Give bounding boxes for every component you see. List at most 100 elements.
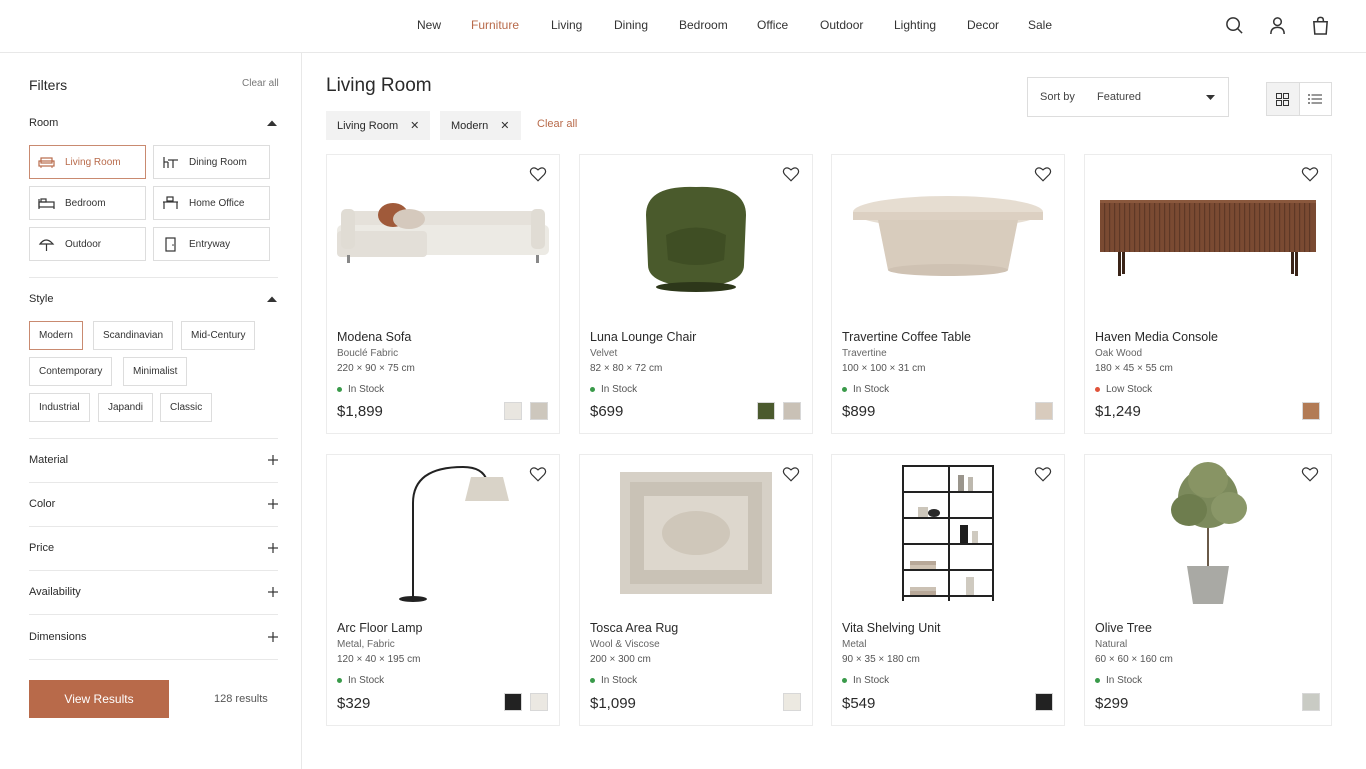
- product-name[interactable]: Luna Lounge Chair: [590, 330, 696, 344]
- color-swatch[interactable]: [530, 693, 548, 711]
- product-card[interactable]: Olive Tree Natural 60 × 60 × 160 cm In Stoc…: [1084, 454, 1332, 726]
- room-option-dining-room[interactable]: Dining Room: [153, 145, 270, 179]
- product-card[interactable]: Vita Shelving Unit Metal 90 × 35 × 180 cm I…: [831, 454, 1065, 726]
- list-view-button[interactable]: [1298, 83, 1331, 115]
- style-option-industrial[interactable]: Industrial: [29, 393, 90, 422]
- wishlist-button[interactable]: [529, 465, 547, 483]
- wishlist-button[interactable]: [1034, 465, 1052, 483]
- room-option-label: Entryway: [189, 238, 231, 250]
- wishlist-button[interactable]: [1034, 165, 1052, 183]
- product-material: Oak Wood: [1095, 348, 1143, 359]
- price-section-header[interactable]: Price: [29, 538, 278, 558]
- remove-filter-icon[interactable]: ✕: [500, 119, 509, 132]
- nav-link-outdoor[interactable]: Outdoor: [820, 18, 863, 32]
- product-name[interactable]: Olive Tree: [1095, 621, 1152, 635]
- search-icon[interactable]: [1223, 14, 1246, 37]
- product-name[interactable]: Travertine Coffee Table: [842, 330, 971, 344]
- filter-sidebar: Filters Clear all Room Living Room Dinin…: [0, 53, 302, 769]
- product-image[interactable]: [832, 155, 1064, 315]
- wishlist-button[interactable]: [782, 465, 800, 483]
- product-image[interactable]: [1085, 155, 1331, 315]
- product-name[interactable]: Arc Floor Lamp: [337, 621, 422, 635]
- product-image[interactable]: [832, 455, 1064, 611]
- product-image[interactable]: [1085, 455, 1331, 611]
- nav-link-office[interactable]: Office: [757, 18, 788, 32]
- active-filter-chip-modern: Modern ✕: [440, 111, 521, 140]
- wishlist-button[interactable]: [782, 165, 800, 183]
- style-section-header[interactable]: Style: [29, 289, 278, 309]
- availability-section-header[interactable]: Availability: [29, 582, 278, 602]
- grid-view-button[interactable]: [1267, 83, 1299, 115]
- nav-link-sale[interactable]: Sale: [1028, 18, 1052, 32]
- nav-link-dining[interactable]: Dining: [614, 18, 648, 32]
- product-image[interactable]: [580, 455, 812, 611]
- color-swatch[interactable]: [1302, 693, 1320, 711]
- style-option-japandi[interactable]: Japandi: [98, 393, 154, 422]
- section-divider: [29, 614, 278, 615]
- room-option-living-room[interactable]: Living Room: [29, 145, 146, 179]
- product-image[interactable]: [327, 455, 559, 611]
- style-option-classic[interactable]: Classic: [160, 393, 213, 422]
- nav-link-furniture[interactable]: Furniture: [471, 18, 519, 32]
- style-option-scandinavian[interactable]: Scandinavian: [93, 321, 174, 350]
- heart-icon: [529, 167, 547, 182]
- wishlist-button[interactable]: [529, 165, 547, 183]
- sidebar-clear-all-link[interactable]: Clear all: [242, 78, 279, 89]
- wishlist-button[interactable]: [1301, 465, 1319, 483]
- product-price: $1,899: [337, 403, 383, 420]
- product-card[interactable]: Travertine Coffee Table Travertine 100 × 1…: [831, 154, 1065, 434]
- room-option-home-office[interactable]: Home Office: [153, 186, 270, 220]
- stock-status: In Stock: [842, 384, 889, 395]
- wishlist-button[interactable]: [1301, 165, 1319, 183]
- price-section-label: Price: [29, 542, 55, 554]
- product-card[interactable]: Arc Floor Lamp Metal, Fabric 120 × 40 × 19…: [326, 454, 560, 726]
- product-name[interactable]: Haven Media Console: [1095, 330, 1218, 344]
- product-card[interactable]: Modena Sofa Bouclé Fabric 220 × 90 × 75 cm…: [326, 154, 560, 434]
- color-swatches: [1302, 693, 1320, 711]
- color-swatch[interactable]: [757, 402, 775, 420]
- material-section-header[interactable]: Material: [29, 450, 278, 470]
- style-option-minimalist[interactable]: Minimalist: [123, 357, 188, 386]
- sort-dropdown[interactable]: Sort by Featured: [1027, 77, 1229, 117]
- color-swatch[interactable]: [1302, 402, 1320, 420]
- color-swatch[interactable]: [530, 402, 548, 420]
- nav-link-lighting[interactable]: Lighting: [894, 18, 936, 32]
- style-option-contemporary[interactable]: Contemporary: [29, 357, 113, 386]
- active-filter-label: Modern: [451, 119, 489, 132]
- color-swatch[interactable]: [504, 693, 522, 711]
- stock-indicator-dot: [337, 387, 342, 392]
- main-clear-all-link[interactable]: Clear all: [537, 118, 577, 130]
- view-results-button[interactable]: View Results: [29, 680, 169, 718]
- product-name[interactable]: Tosca Area Rug: [590, 621, 678, 635]
- nav-link-living[interactable]: Living: [551, 18, 582, 32]
- product-card[interactable]: Haven Media Console Oak Wood 180 × 45 × 55…: [1084, 154, 1332, 434]
- color-swatch[interactable]: [1035, 693, 1053, 711]
- product-image[interactable]: [327, 155, 559, 315]
- bag-icon[interactable]: [1309, 14, 1332, 37]
- nav-link-new[interactable]: New: [417, 18, 441, 32]
- color-swatches: [504, 693, 548, 711]
- nav-link-bedroom[interactable]: Bedroom: [679, 18, 728, 32]
- product-name[interactable]: Vita Shelving Unit: [842, 621, 940, 635]
- product-card[interactable]: Tosca Area Rug Wool & Viscose 200 × 300 cm…: [579, 454, 813, 726]
- room-option-entryway[interactable]: Entryway: [153, 227, 270, 261]
- color-swatch[interactable]: [783, 402, 801, 420]
- color-swatch[interactable]: [1035, 402, 1053, 420]
- section-divider: [29, 659, 278, 660]
- style-option-mid-century[interactable]: Mid-Century: [181, 321, 256, 350]
- nav-link-decor[interactable]: Decor: [967, 18, 999, 32]
- style-option-modern[interactable]: Modern: [29, 321, 83, 350]
- color-section-header[interactable]: Color: [29, 494, 278, 514]
- dimensions-section-header[interactable]: Dimensions: [29, 627, 278, 647]
- product-material: Wool & Viscose: [590, 639, 660, 650]
- product-card[interactable]: Luna Lounge Chair Velvet 82 × 80 × 72 cm In…: [579, 154, 813, 434]
- color-swatch[interactable]: [783, 693, 801, 711]
- room-section-header[interactable]: Room: [29, 113, 278, 133]
- room-option-bedroom[interactable]: Bedroom: [29, 186, 146, 220]
- product-image[interactable]: [580, 155, 812, 315]
- product-name[interactable]: Modena Sofa: [337, 330, 411, 344]
- account-icon[interactable]: [1266, 14, 1289, 37]
- room-option-outdoor[interactable]: Outdoor: [29, 227, 146, 261]
- color-swatch[interactable]: [504, 402, 522, 420]
- remove-filter-icon[interactable]: ✕: [410, 119, 419, 132]
